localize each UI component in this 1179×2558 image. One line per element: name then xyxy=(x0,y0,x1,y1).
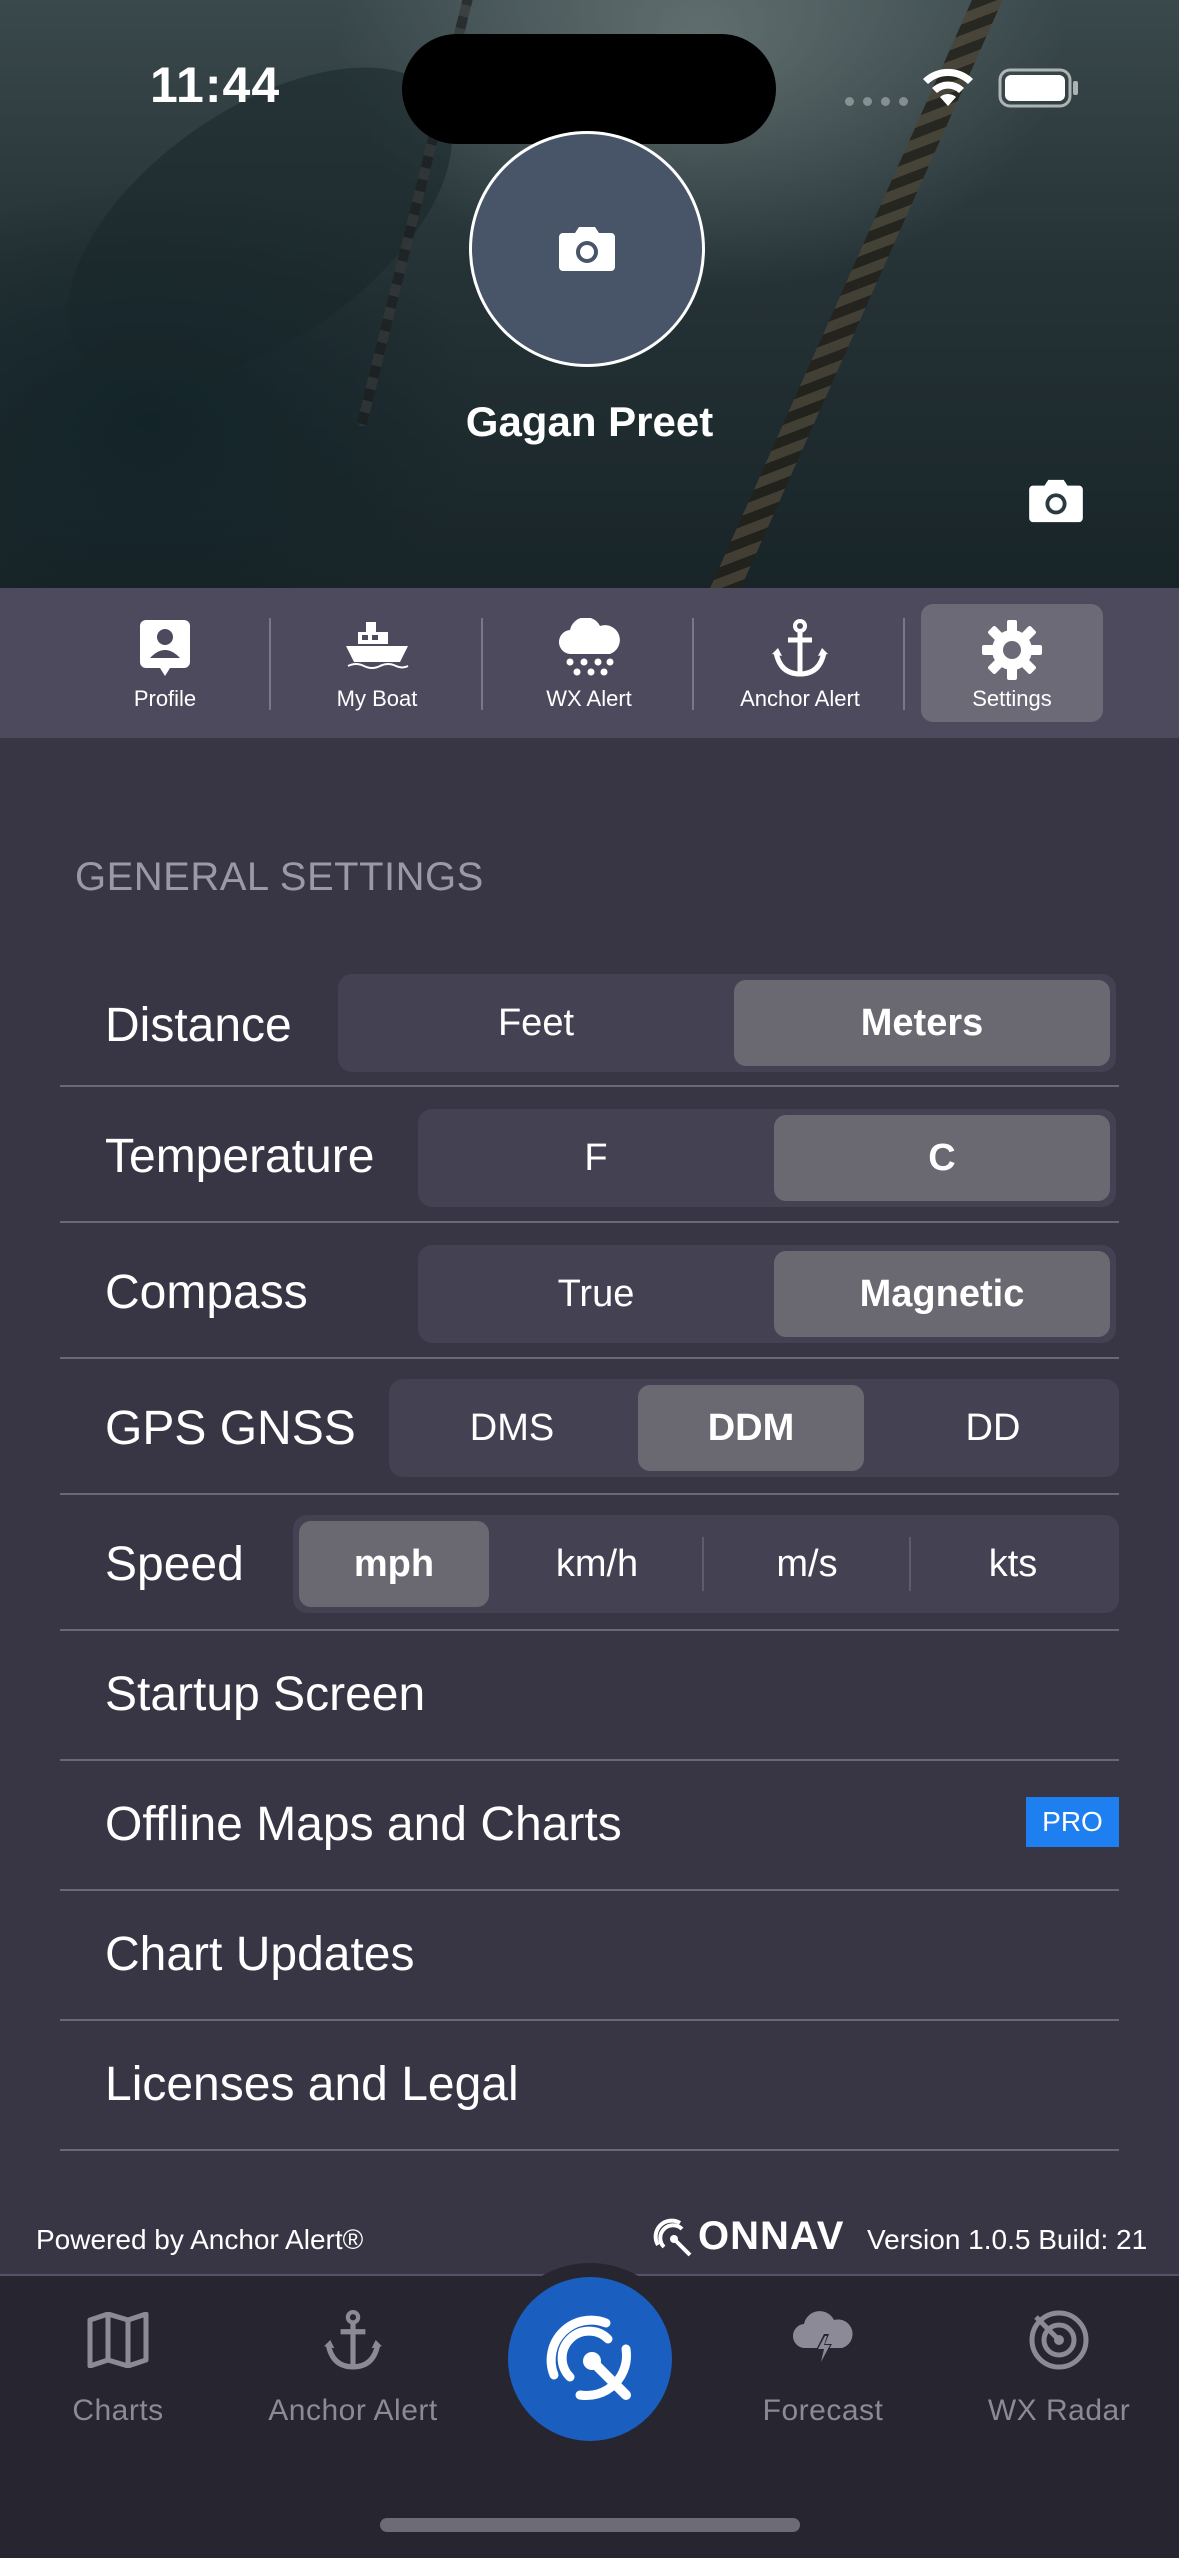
chart-updates-row[interactable]: Chart Updates xyxy=(60,1891,1119,2021)
nav-wx-radar[interactable]: WX Radar xyxy=(959,2276,1159,2476)
section-title: GENERAL SETTINGS xyxy=(75,855,484,899)
tab-profile[interactable]: Profile xyxy=(74,604,256,722)
map-icon xyxy=(87,2312,149,2368)
tab-my-boat[interactable]: My Boat xyxy=(286,604,468,722)
onnav-logo-icon xyxy=(546,2315,632,2401)
avatar-photo-button[interactable] xyxy=(469,131,705,367)
tab-anchor-alert-label: Anchor Alert xyxy=(740,686,860,711)
distance-option-feet[interactable]: Feet xyxy=(344,980,728,1066)
boat-icon xyxy=(346,622,409,669)
temperature-option-c[interactable]: C xyxy=(774,1115,1110,1201)
distance-setting-row: Distance Feet Meters xyxy=(60,968,1119,1087)
gps-segmented-control: DMS DDM DD xyxy=(389,1379,1119,1477)
nav-anchor-alert-label: Anchor Alert xyxy=(268,2394,438,2427)
licenses-legal-row[interactable]: Licenses and Legal xyxy=(60,2021,1119,2151)
distance-label: Distance xyxy=(105,999,292,1052)
version-text: Version 1.0.5 Build: 21 xyxy=(867,2224,1148,2255)
speed-option-mph[interactable]: mph xyxy=(299,1521,489,1607)
speed-label: Speed xyxy=(105,1538,244,1591)
speed-option-kmh[interactable]: km/h xyxy=(497,1521,697,1607)
wifi-icon xyxy=(923,68,973,106)
onnav-brand-text: ONNAV xyxy=(698,2214,845,2258)
weather-alert-icon xyxy=(559,618,620,676)
status-bar-time: 11:44 xyxy=(150,57,281,113)
temperature-setting-row: Temperature F C xyxy=(60,1087,1119,1223)
nav-anchor-alert[interactable]: Anchor Alert xyxy=(253,2276,453,2476)
compass-option-true[interactable]: True xyxy=(424,1251,768,1337)
onnav-center-button[interactable] xyxy=(508,2277,672,2441)
tab-wx-alert-label: WX Alert xyxy=(546,686,632,711)
onnav-logo-icon xyxy=(653,2218,692,2256)
tab-my-boat-label: My Boat xyxy=(336,686,418,711)
pro-badge: PRO xyxy=(1026,1797,1119,1847)
temperature-label: Temperature xyxy=(105,1130,375,1183)
home-indicator xyxy=(380,2518,800,2532)
nav-wx-radar-label: WX Radar xyxy=(987,2394,1131,2427)
gps-setting-row: GPS GNSS DMS DDM DD xyxy=(60,1359,1119,1495)
speed-setting-row: Speed mph km/h m/s kts xyxy=(60,1495,1119,1631)
dynamic-island xyxy=(402,34,776,144)
startup-screen-row[interactable]: Startup Screen xyxy=(60,1631,1119,1761)
compass-label: Compass xyxy=(105,1266,308,1319)
camera-icon xyxy=(559,227,615,271)
gps-option-dd[interactable]: DD xyxy=(873,1385,1113,1471)
tab-anchor-alert[interactable]: Anchor Alert xyxy=(709,604,891,722)
nav-forecast-label: Forecast xyxy=(762,2394,884,2427)
powered-by-text: Powered by Anchor Alert® xyxy=(36,2224,364,2255)
gps-option-ddm[interactable]: DDM xyxy=(638,1385,864,1471)
chart-updates-label: Chart Updates xyxy=(105,1928,415,1981)
battery-icon xyxy=(998,68,1078,108)
gps-option-dms[interactable]: DMS xyxy=(395,1385,629,1471)
startup-screen-label: Startup Screen xyxy=(105,1668,426,1721)
radar-icon xyxy=(1029,2310,1089,2370)
nav-charts[interactable]: Charts xyxy=(18,2276,218,2476)
nav-charts-label: Charts xyxy=(72,2394,164,2427)
distance-option-meters[interactable]: Meters xyxy=(734,980,1110,1066)
temperature-option-f[interactable]: F xyxy=(424,1115,768,1201)
anchor-icon xyxy=(772,619,828,677)
compass-option-magnetic[interactable]: Magnetic xyxy=(774,1251,1110,1337)
tab-settings[interactable]: Settings xyxy=(921,604,1103,722)
gear-icon xyxy=(982,620,1042,680)
anchor-icon xyxy=(324,2310,382,2370)
offline-maps-label: Offline Maps and Charts xyxy=(105,1798,622,1851)
nav-forecast[interactable]: Forecast xyxy=(723,2276,923,2476)
profile-name: Gagan Preet xyxy=(465,398,714,445)
change-cover-camera-icon[interactable] xyxy=(1027,478,1085,524)
profile-tab-bar: Profile My Boat WX Alert Anchor Alert Se… xyxy=(0,588,1179,738)
speed-segmented-control: mph km/h m/s kts xyxy=(293,1515,1119,1613)
tab-profile-label: Profile xyxy=(133,686,197,711)
distance-segmented-control: Feet Meters xyxy=(338,974,1116,1072)
tab-settings-label: Settings xyxy=(972,686,1052,711)
temperature-segmented-control: F C xyxy=(418,1109,1116,1207)
speed-option-kts[interactable]: kts xyxy=(913,1521,1113,1607)
profile-icon xyxy=(140,620,190,676)
storm-cloud-icon xyxy=(792,2311,853,2366)
licenses-legal-label: Licenses and Legal xyxy=(105,2058,519,2111)
offline-maps-row[interactable]: Offline Maps and Charts PRO xyxy=(60,1761,1119,1891)
tab-wx-alert[interactable]: WX Alert xyxy=(498,604,680,722)
speed-option-ms[interactable]: m/s xyxy=(707,1521,907,1607)
compass-segmented-control: True Magnetic xyxy=(418,1245,1116,1343)
onnav-logo: ONNAV xyxy=(650,2214,844,2259)
gps-label: GPS GNSS xyxy=(105,1402,356,1455)
compass-setting-row: Compass True Magnetic xyxy=(60,1223,1119,1359)
signal-dots-icon xyxy=(845,97,908,106)
